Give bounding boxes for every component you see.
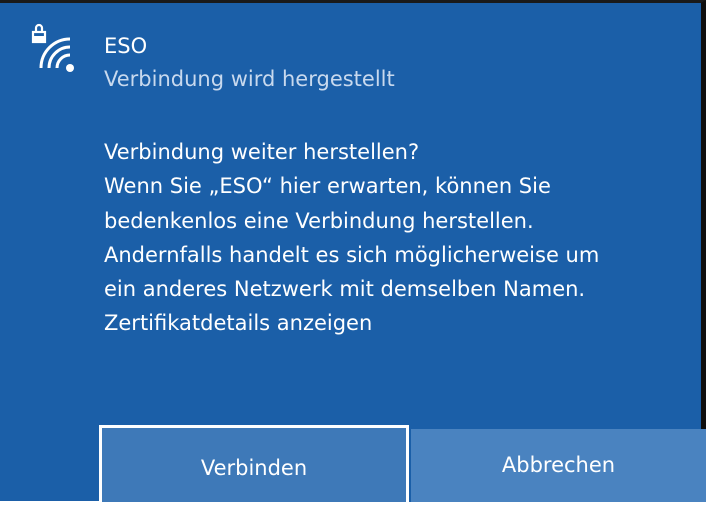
message-line: ein anderes Netzwerk mit demselben Namen… <box>104 277 586 302</box>
wifi-connect-flyout: ESO Verbindung wird hergestellt Verbindu… <box>0 0 706 505</box>
message-line: Wenn Sie „ESO“ hier erwarten, können Sie <box>104 174 551 199</box>
message-line: Verbindung weiter herstellen? <box>104 140 420 164</box>
cancel-button[interactable]: Abbrechen <box>409 429 706 502</box>
wifi-secured-icon <box>31 23 74 72</box>
connect-button[interactable]: Verbinden <box>99 425 409 505</box>
network-name: ESO <box>104 34 148 58</box>
message-line: Andernfalls handelt es sich möglicherwei… <box>104 242 600 267</box>
message-line: bedenkenlos eine Verbindung herstellen. <box>104 208 534 233</box>
show-certificate-details-link[interactable]: Zertifikatdetails anzeigen <box>104 306 694 340</box>
connection-warning-message: Verbindung weiter herstellen? Wenn Sie „… <box>104 135 694 341</box>
connection-status: Verbindung wird hergestellt <box>104 67 395 91</box>
